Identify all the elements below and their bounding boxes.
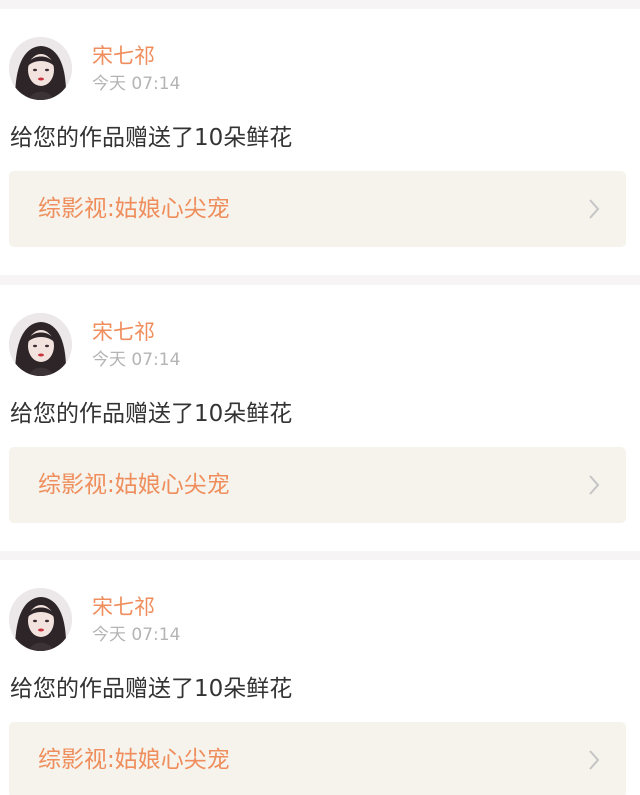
user-avatar[interactable] (9, 313, 72, 376)
notification-feed: 宋七祁 今天 07:14 给您的作品赠送了10朵鲜花 综影视:姑娘心尖宠 宋七祁… (0, 0, 640, 795)
work-title: 综影视:姑娘心尖宠 (38, 472, 230, 498)
work-title: 综影视:姑娘心尖宠 (38, 196, 230, 222)
user-name[interactable]: 宋七祁 (92, 594, 155, 620)
user-avatar[interactable] (9, 588, 72, 651)
user-name[interactable]: 宋七祁 (92, 43, 155, 69)
timestamp: 今天 07:14 (92, 625, 181, 645)
work-link-button[interactable]: 综影视:姑娘心尖宠 (9, 722, 626, 795)
work-link-button[interactable]: 综影视:姑娘心尖宠 (9, 171, 626, 247)
notification-card: 宋七祁 今天 07:14 给您的作品赠送了10朵鲜花 综影视:姑娘心尖宠 (0, 560, 640, 795)
timestamp: 今天 07:14 (92, 350, 181, 370)
notification-message: 给您的作品赠送了10朵鲜花 (10, 401, 293, 427)
timestamp: 今天 07:14 (92, 74, 181, 94)
card-separator (0, 275, 640, 284)
user-avatar-photo (9, 37, 72, 100)
work-title: 综影视:姑娘心尖宠 (38, 747, 230, 773)
card-separator (0, 551, 640, 560)
notification-message: 给您的作品赠送了10朵鲜花 (10, 125, 293, 151)
user-avatar-photo (9, 313, 72, 376)
user-avatar[interactable] (9, 37, 72, 100)
chevron-right-icon (589, 475, 600, 495)
chevron-right-icon (589, 750, 600, 770)
notification-message: 给您的作品赠送了10朵鲜花 (10, 676, 293, 702)
user-avatar-photo (9, 588, 72, 651)
notification-card: 宋七祁 今天 07:14 给您的作品赠送了10朵鲜花 综影视:姑娘心尖宠 (0, 285, 640, 551)
chevron-right-icon (589, 199, 600, 219)
user-name[interactable]: 宋七祁 (92, 319, 155, 345)
work-link-button[interactable]: 综影视:姑娘心尖宠 (9, 447, 626, 523)
notification-card: 宋七祁 今天 07:14 给您的作品赠送了10朵鲜花 综影视:姑娘心尖宠 (0, 9, 640, 275)
card-separator (0, 0, 640, 9)
